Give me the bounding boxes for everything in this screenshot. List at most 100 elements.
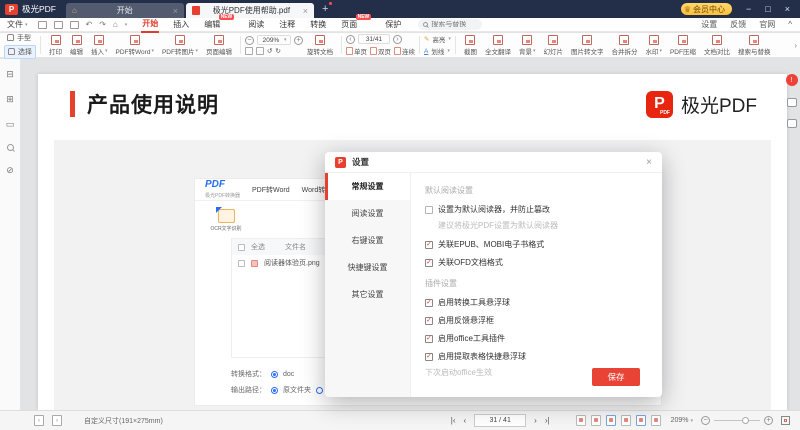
view-mode-1-icon[interactable]	[576, 415, 586, 426]
menu-item-page[interactable]: 页面 NEW	[340, 17, 358, 32]
zoom-level-box[interactable]: ▾	[257, 35, 291, 45]
zoom-slider-knob[interactable]	[742, 417, 749, 424]
file-menu[interactable]: 文件 ▾	[7, 19, 28, 30]
new-tab-button[interactable]: +	[322, 3, 328, 15]
default-reader-option[interactable]: 设置为默认阅读器，并防止篡改	[425, 204, 648, 215]
pdf-to-word-button[interactable]: PDF转Word▾	[112, 35, 158, 56]
zoom-in-icon[interactable]: +	[294, 36, 303, 45]
thumbnails-icon[interactable]: ⊞	[6, 94, 14, 105]
undo-icon[interactable]: ↶	[86, 20, 93, 29]
convert-float-option[interactable]: ✓ 启用转换工具悬浮球	[425, 297, 648, 308]
menu-item-read[interactable]: 阅读	[247, 17, 265, 32]
dialog-tab-shortcuts[interactable]: 快捷键设置	[325, 254, 410, 281]
chevron-down-icon[interactable]: ▾	[125, 22, 128, 28]
select-tool-button[interactable]: 选择	[4, 45, 36, 59]
menu-item-start[interactable]: 开始	[141, 16, 159, 33]
zoom-in-icon[interactable]: +	[764, 416, 773, 425]
prev-page-icon[interactable]: ‹	[463, 416, 466, 425]
fit-page-icon[interactable]	[256, 47, 264, 55]
checkbox-unchecked-icon[interactable]	[425, 206, 433, 214]
next-page-icon[interactable]: ›	[534, 416, 537, 425]
view-mode-3-icon[interactable]	[606, 415, 616, 426]
compare-button[interactable]: 文档对比	[700, 35, 734, 56]
highlight-button[interactable]: ✎ 高亮 ▾	[424, 34, 451, 44]
pdf-to-image-button[interactable]: PDF转图片▾	[158, 35, 202, 56]
redo-icon[interactable]: ↷	[99, 20, 106, 29]
edit-button[interactable]: 编辑	[66, 35, 87, 56]
page-nav-input[interactable]	[359, 36, 389, 43]
view-mode-5-icon[interactable]	[636, 415, 646, 426]
open-folder-icon[interactable]	[38, 21, 47, 29]
next-view-icon[interactable]: ›	[52, 415, 62, 426]
vip-float-icon[interactable]: !	[786, 74, 798, 86]
zoom-out-icon[interactable]: −	[701, 416, 710, 425]
checkbox-checked-icon[interactable]: ✓	[425, 317, 433, 325]
feedback-link[interactable]: 反馈	[730, 19, 746, 30]
attachment-icon[interactable]: ⊘	[6, 165, 14, 176]
dialog-tab-reading[interactable]: 阅读设置	[325, 200, 410, 227]
epub-mobi-option[interactable]: ✓ 关联EPUB、MOBI电子书格式	[425, 239, 648, 250]
feedback-float-option[interactable]: ✓ 启用反馈悬浮框	[425, 315, 648, 326]
menu-item-insert[interactable]: 插入	[172, 17, 190, 32]
search-replace-button[interactable]: 搜索与替换	[734, 35, 775, 56]
background-button[interactable]: 背景▾	[515, 35, 540, 56]
prev-view-icon[interactable]: ‹	[34, 415, 44, 426]
next-page-icon[interactable]: ›	[393, 35, 402, 44]
home-icon[interactable]: ⌂	[113, 20, 118, 29]
outline-icon[interactable]: ⊟	[6, 69, 14, 80]
status-zoom[interactable]: 209% ▾	[671, 417, 693, 424]
website-link[interactable]: 官网	[759, 19, 775, 30]
search-box[interactable]	[418, 19, 482, 30]
menu-item-protect[interactable]: 保护	[384, 17, 402, 32]
view-mode-6-icon[interactable]	[651, 415, 661, 426]
prev-page-icon[interactable]: ‹	[346, 35, 355, 44]
maximize-button[interactable]: □	[765, 4, 770, 14]
first-page-icon[interactable]: |‹	[451, 416, 456, 425]
dialog-tab-general[interactable]: 常规设置	[325, 173, 410, 200]
office-plugin-option[interactable]: ✓ 启用office工具插件	[425, 333, 648, 344]
translate-button[interactable]: 全文翻译	[481, 35, 515, 56]
doc-float-icon[interactable]	[787, 119, 797, 128]
minimize-button[interactable]: −	[746, 4, 751, 14]
ofd-option[interactable]: ✓ 关联OFD文档格式	[425, 257, 648, 268]
merge-split-button[interactable]: 合并拆分	[607, 35, 641, 56]
save-icon[interactable]	[54, 21, 63, 29]
checkbox-checked-icon[interactable]: ✓	[425, 353, 433, 361]
rotate-left-icon[interactable]: ↺	[267, 47, 272, 55]
dialog-close-icon[interactable]: ×	[646, 157, 652, 168]
insert-button[interactable]: 插入▾	[87, 35, 112, 56]
underline-button[interactable]: A 划线 ▾	[424, 46, 451, 56]
view-mode-4-icon[interactable]	[621, 415, 631, 426]
status-page-box[interactable]	[474, 414, 526, 427]
search-panel-icon[interactable]	[7, 144, 14, 151]
menu-item-edit[interactable]: 编辑 NEW	[203, 17, 221, 32]
page-edit-button[interactable]: 页面编辑	[202, 35, 236, 56]
view-mode-2-icon[interactable]	[591, 415, 601, 426]
checkbox-checked-icon[interactable]: ✓	[425, 335, 433, 343]
collapse-toolbar-icon[interactable]: ^	[788, 20, 792, 29]
feedback-float-icon[interactable]	[787, 98, 797, 107]
zoom-slider[interactable]	[714, 420, 760, 421]
menu-item-annotate[interactable]: 注释	[278, 17, 296, 32]
menu-item-convert[interactable]: 转换	[309, 17, 327, 32]
close-icon[interactable]: ×	[173, 6, 178, 16]
continuous-button[interactable]: 连续	[394, 46, 415, 56]
screenshot-button[interactable]: 截图	[460, 35, 481, 56]
vip-center-button[interactable]: ♛ 会员中心	[681, 3, 732, 15]
fit-width-icon[interactable]	[245, 47, 253, 55]
comments-icon[interactable]: ▭	[6, 119, 15, 130]
save-button[interactable]: 保存	[592, 368, 640, 386]
print-icon[interactable]	[70, 21, 79, 29]
double-page-button[interactable]: 双页	[370, 46, 391, 56]
close-icon[interactable]: ×	[303, 6, 308, 16]
dialog-tab-other[interactable]: 其它设置	[325, 281, 410, 308]
checkbox-checked-icon[interactable]: ✓	[425, 241, 433, 249]
checkbox-checked-icon[interactable]: ✓	[425, 259, 433, 267]
single-page-button[interactable]: 单页	[346, 46, 367, 56]
compress-button[interactable]: PDF压缩	[666, 35, 700, 56]
dialog-tab-rightclick[interactable]: 右键设置	[325, 227, 410, 254]
rotate-document-button[interactable]: 旋转文档	[303, 35, 337, 56]
table-extract-option[interactable]: ✓ 启用提取表格快捷悬浮球	[425, 351, 648, 362]
settings-link[interactable]: 设置	[701, 19, 717, 30]
slideshow-button[interactable]: 幻灯片	[539, 35, 567, 56]
